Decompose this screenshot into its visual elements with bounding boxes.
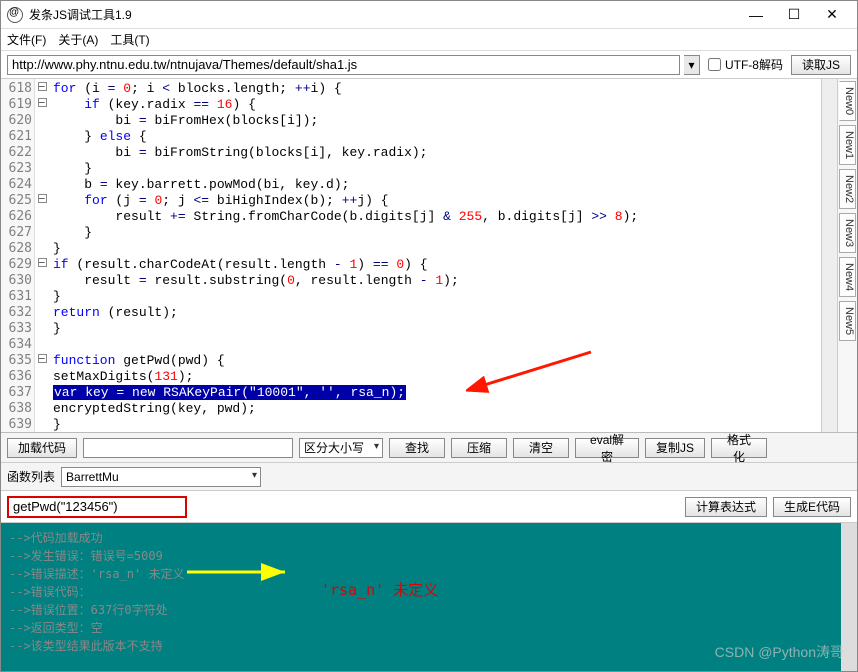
vertical-scrollbar[interactable] bbox=[821, 79, 837, 432]
func-combo[interactable]: BarrettMu bbox=[61, 467, 261, 487]
url-input[interactable] bbox=[7, 55, 680, 75]
calc-expr-button[interactable]: 计算表达式 bbox=[685, 497, 767, 517]
close-button[interactable]: ✕ bbox=[813, 1, 851, 29]
tab-new4[interactable]: New4 bbox=[839, 257, 856, 297]
tab-new2[interactable]: New2 bbox=[839, 169, 856, 209]
find-button[interactable]: 查找 bbox=[389, 438, 445, 458]
tab-new5[interactable]: New5 bbox=[839, 301, 856, 341]
fold-column[interactable] bbox=[35, 79, 49, 432]
gen-ecode-button[interactable]: 生成E代码 bbox=[773, 497, 851, 517]
console-output: -->代码加载成功 -->发生错误：错误号=5009 -->错误描述：'rsa_… bbox=[1, 523, 857, 671]
eval-button[interactable]: eval解密 bbox=[575, 438, 639, 458]
tab-new0[interactable]: New0 bbox=[839, 81, 856, 121]
search-input[interactable] bbox=[83, 438, 293, 458]
tab-new1[interactable]: New1 bbox=[839, 125, 856, 165]
minimize-button[interactable]: — bbox=[737, 1, 775, 29]
read-js-button[interactable]: 读取JS bbox=[791, 55, 851, 75]
line-gutter: 6186196206216226236246256266276286296306… bbox=[1, 79, 35, 432]
tab-new3[interactable]: New3 bbox=[839, 213, 856, 253]
compress-button[interactable]: 压缩 bbox=[451, 438, 507, 458]
expression-input[interactable] bbox=[7, 496, 187, 518]
code-editor[interactable]: for (i = 0; i < blocks.length; ++i) { if… bbox=[49, 79, 821, 432]
copyjs-button[interactable]: 复制JS bbox=[645, 438, 705, 458]
window-title: 发条JS调试工具1.9 bbox=[29, 6, 737, 23]
app-icon bbox=[7, 7, 23, 23]
url-dropdown[interactable]: ▾ bbox=[684, 55, 700, 75]
format-button[interactable]: 格式化 bbox=[711, 438, 767, 458]
menu-file[interactable]: 文件(F) bbox=[7, 31, 46, 48]
utf8-checkbox[interactable]: UTF-8解码 bbox=[708, 56, 783, 73]
menu-tools[interactable]: 工具(T) bbox=[110, 31, 149, 48]
menu-about[interactable]: 关于(A) bbox=[58, 31, 98, 48]
load-code-button[interactable]: 加载代码 bbox=[7, 438, 77, 458]
func-list-label: 函数列表 bbox=[7, 468, 55, 485]
case-combo[interactable]: 区分大小写 bbox=[299, 438, 383, 458]
maximize-button[interactable]: ☐ bbox=[775, 1, 813, 29]
clear-button[interactable]: 清空 bbox=[513, 438, 569, 458]
